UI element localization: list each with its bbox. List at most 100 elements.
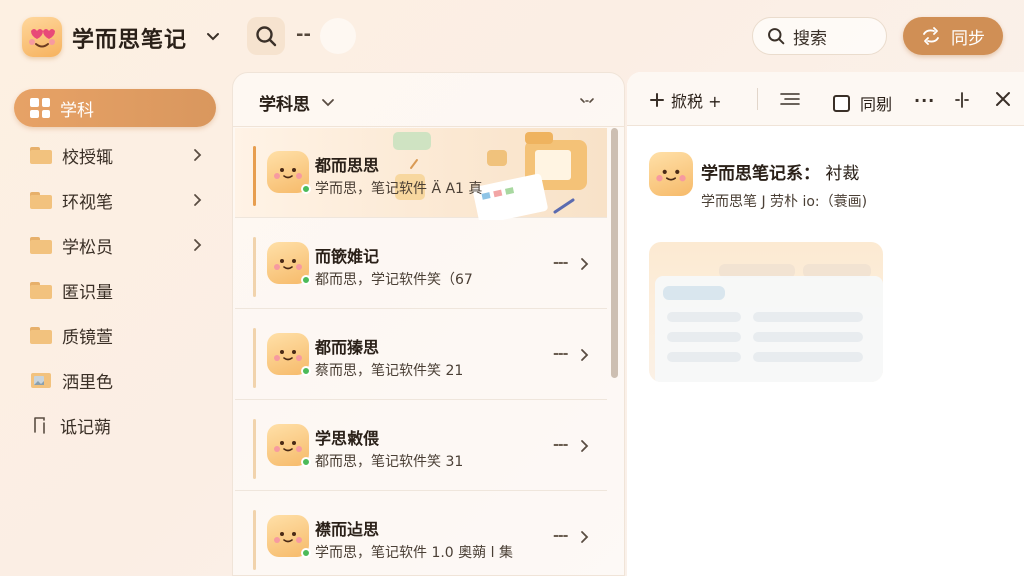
list-scrollbar[interactable] [611, 128, 618, 378]
chevron-right-icon[interactable] [190, 148, 204, 162]
app-title[interactable]: 学而思笔记 [72, 22, 187, 54]
chevron-right-icon[interactable] [579, 348, 591, 362]
preview-line [753, 312, 863, 322]
chevron-right-icon[interactable] [190, 238, 204, 252]
folder-icon [30, 236, 52, 254]
online-status-dot [301, 366, 311, 376]
search-icon [256, 26, 277, 47]
preview-line [753, 352, 863, 362]
chevron-right-icon[interactable] [190, 193, 204, 207]
sync-button[interactable]: 同步 [903, 17, 1003, 55]
search-placeholder: 搜索 [793, 28, 827, 49]
bookmark-icon [34, 417, 45, 434]
note-subtitle: 学而思，笔记软件 1.0 奧蒴 l 集 [315, 545, 513, 561]
sync-icon [923, 27, 939, 45]
top-bar: 学而思笔记 -- 搜索 同步 [0, 0, 1024, 72]
checkbox[interactable] [833, 94, 850, 112]
online-status-dot [301, 548, 311, 558]
search-input[interactable]: 搜索 [752, 17, 887, 55]
select-checkbox[interactable]: 同剔 [833, 91, 892, 115]
online-status-dot [301, 184, 311, 194]
detail-toolbar: 掀税 + 同剔 ··· [627, 72, 1024, 126]
sidebar-item-folder-3[interactable]: 学松员 [14, 226, 216, 264]
note-subtitle: 都而思，学记软件笑（67 [315, 272, 473, 288]
more-icon[interactable]: ··· [914, 91, 935, 110]
sidebar-item-label: 洒里色 [62, 372, 113, 393]
sidebar-item-folder-1[interactable]: 校授辄 [14, 136, 216, 174]
chevron-right-icon[interactable] [579, 257, 591, 271]
more-icon[interactable]: --- [553, 437, 568, 453]
sidebar-item-label: 学科 [60, 100, 94, 121]
note-row[interactable]: 都而獉思 蔡而思，笔记软件笑 21 --- [235, 310, 607, 400]
note-title: 而篏婎记 [315, 247, 380, 266]
note-row[interactable]: 襟而迠思 学而思，笔记软件 1.0 奧蒴 l 集 --- [235, 492, 607, 575]
sidebar-item-label: 匿识量 [62, 282, 113, 303]
note-row[interactable]: 学思敹偎 都而思，笔记软件笑 31 --- [235, 401, 607, 491]
add-button[interactable]: 掀税 + [649, 88, 722, 112]
row-accent [253, 510, 256, 570]
sidebar-item-subject[interactable]: 学科 [14, 89, 216, 127]
more-icon[interactable]: --- [553, 255, 568, 271]
folder-icon [30, 281, 52, 299]
note-banner-illustration [393, 132, 587, 220]
note-title: 襟而迠思 [315, 520, 380, 539]
image-folder-icon [31, 373, 51, 388]
detail-title: 学而思笔记系： 衬裁 [701, 159, 859, 184]
split-icon[interactable] [953, 91, 971, 109]
detail-title-main: 学而思笔记系： [701, 164, 820, 184]
more-icon[interactable]: --- [553, 346, 568, 362]
list-title[interactable]: 学科思 [259, 90, 310, 115]
sidebar-item-label: 校授辄 [62, 147, 113, 168]
folder-icon [30, 191, 52, 209]
collapse-icon[interactable] [579, 95, 595, 107]
row-accent [253, 328, 256, 388]
online-status-dot [301, 275, 311, 285]
online-status-dot [301, 457, 311, 467]
row-accent [253, 146, 256, 206]
note-row[interactable]: 都而思思 学而思，笔记软件 Ä A1 真 [235, 128, 607, 220]
toolbar-divider [757, 88, 758, 110]
search-icon [768, 28, 785, 45]
row-accent [253, 237, 256, 297]
note-subtitle: 蔡而思，笔记软件笑 21 [315, 363, 464, 379]
preview-line [667, 332, 741, 342]
preview-card[interactable] [649, 242, 883, 382]
preview-tab [663, 286, 725, 300]
decorative-blob [320, 18, 356, 54]
note-subtitle: 都而思，笔记软件笑 31 [315, 454, 464, 470]
note-title: 学思敹偎 [315, 429, 380, 448]
preview-line [667, 352, 741, 362]
sidebar-item-label: 质镜萱 [62, 327, 113, 348]
detail-panel: 掀税 + 同剔 ··· 学而思笔记系： 衬裁 学而思笔 J 劳朴 io:（蓑画) [627, 72, 1024, 576]
app-logo [22, 17, 62, 57]
sidebar-item-folder-5[interactable]: 质镜萱 [14, 316, 216, 354]
more-icon[interactable]: --- [553, 528, 568, 544]
sidebar-item-folder-2[interactable]: 环视笔 [14, 181, 216, 219]
search-button[interactable] [247, 17, 285, 55]
sidebar-item-folder-4[interactable]: 匿识量 [14, 271, 216, 309]
folder-icon [30, 146, 52, 164]
align-icon[interactable] [779, 92, 801, 106]
toolbar-dash: -- [296, 24, 311, 45]
note-row[interactable]: 而篏婎记 都而思，学记软件笑（67 --- [235, 219, 607, 309]
chevron-right-icon[interactable] [579, 530, 591, 544]
chevron-right-icon[interactable] [579, 439, 591, 453]
preview-line [753, 332, 863, 342]
sync-label: 同步 [951, 28, 985, 49]
chevron-down-icon[interactable] [205, 28, 221, 44]
sidebar-item-bookmarks[interactable]: 诋记蒴 [14, 406, 216, 444]
note-title: 都而思思 [315, 156, 380, 175]
sidebar-item-label: 环视笔 [62, 192, 113, 213]
chevron-down-icon[interactable] [321, 95, 335, 109]
close-icon[interactable] [994, 90, 1012, 108]
add-label: 掀税 + [671, 92, 722, 111]
detail-subtitle: 学而思笔 J 劳朴 io:（蓑画) [701, 194, 868, 210]
sidebar-item-label: 诋记蒴 [60, 417, 111, 438]
note-list-panel: 学科思 都而思思 学而思，笔记软件 Ä A1 真 而篏婎记 都而思，学记软件笑（… [232, 72, 625, 576]
row-accent [253, 419, 256, 479]
grid-icon [30, 98, 50, 118]
note-title: 都而獉思 [315, 338, 380, 357]
detail-title-suffix: 衬裁 [825, 164, 860, 184]
sidebar-item-images[interactable]: 洒里色 [14, 361, 216, 399]
folder-icon [30, 326, 52, 344]
